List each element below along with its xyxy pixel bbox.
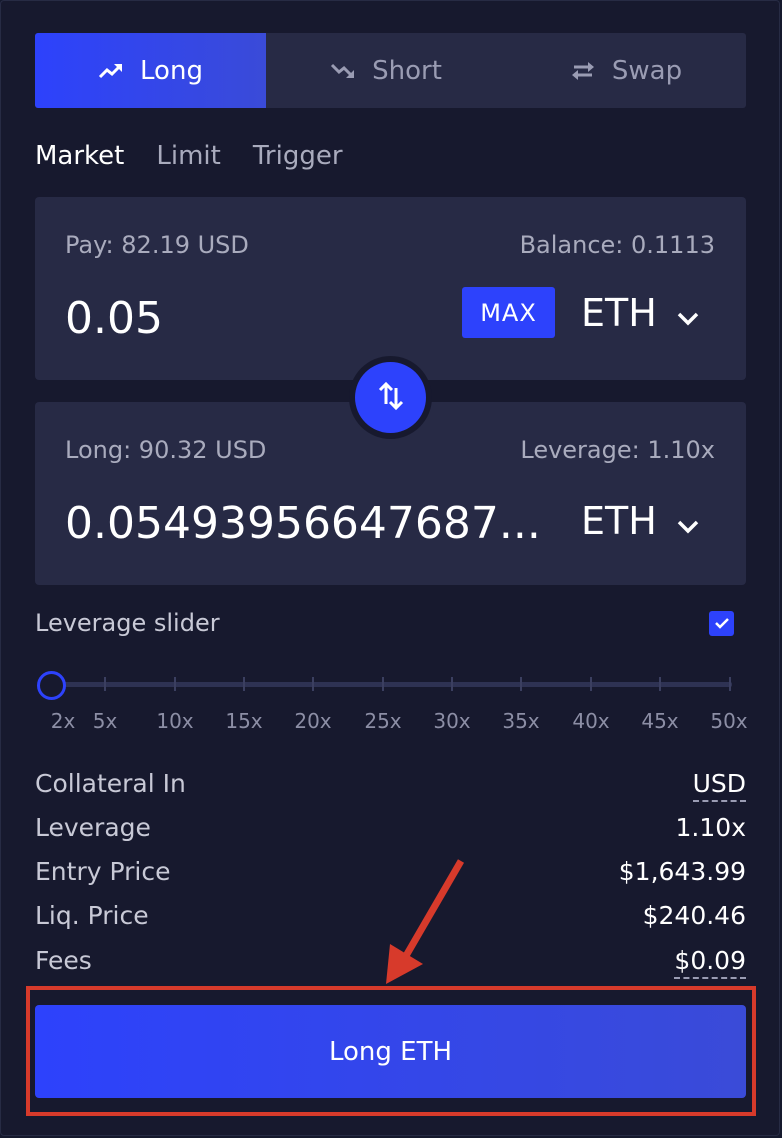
slider-tick [104, 677, 106, 691]
slider-mark-15x: 15x [225, 709, 263, 733]
slider-tick [174, 677, 176, 691]
trade-tabs: Long Short Swap [35, 33, 746, 108]
slider-mark-5x: 5x [92, 709, 118, 733]
pay-amount-input[interactable]: 0.05 [65, 293, 163, 344]
switch-direction-button[interactable] [355, 362, 426, 433]
trend-up-icon [98, 61, 124, 81]
order-type-market[interactable]: Market [35, 141, 124, 171]
slider-tick [659, 677, 661, 691]
balance-label[interactable]: Balance: 0.1113 [520, 231, 715, 259]
slider-mark-20x: 20x [294, 709, 332, 733]
slider-mark-45x: 45x [641, 709, 679, 733]
order-type-trigger[interactable]: Trigger [253, 141, 343, 171]
slider-tick [590, 677, 592, 691]
order-type-selector: Market Limit Trigger [35, 141, 343, 171]
leverage-slider-track[interactable] [50, 682, 732, 687]
pay-token-select[interactable]: ETH [581, 291, 699, 335]
annotation-arrow-icon [386, 859, 465, 984]
leverage-slider-checkbox[interactable] [709, 611, 734, 636]
trend-down-icon [330, 61, 356, 81]
check-icon [714, 614, 730, 633]
tab-short[interactable]: Short [266, 33, 506, 108]
long-token-label: ETH [581, 499, 657, 543]
long-amount-input[interactable]: 0.05493956647687... [65, 498, 541, 549]
entry-price-value: $1,643.99 [618, 857, 746, 886]
tab-long[interactable]: Long [35, 33, 266, 108]
slider-tick [729, 677, 731, 691]
pay-label: Pay: 82.19 USD [65, 231, 249, 259]
collateral-value[interactable]: USD [692, 769, 746, 802]
collateral-label: Collateral In [35, 769, 186, 798]
fees-value[interactable]: $0.09 [674, 946, 746, 979]
fees-label: Fees [35, 946, 92, 975]
slider-tick [520, 677, 522, 691]
slider-mark-2x: 2x [50, 709, 76, 733]
slider-mark-40x: 40x [572, 709, 610, 733]
slider-tick [243, 677, 245, 691]
chevron-down-icon [677, 291, 699, 335]
swap-arrows-icon [570, 61, 596, 81]
slider-mark-25x: 25x [364, 709, 402, 733]
liq-price-value: $240.46 [642, 901, 746, 930]
leverage-info-value: 1.10x [675, 813, 746, 842]
leverage-label: Leverage: 1.10x [520, 436, 715, 464]
slider-mark-30x: 30x [433, 709, 471, 733]
order-type-limit[interactable]: Limit [156, 141, 220, 171]
chevron-down-icon [677, 499, 699, 543]
long-eth-button[interactable]: Long ETH [35, 1005, 746, 1098]
leverage-slider-label: Leverage slider [35, 609, 220, 637]
tab-swap[interactable]: Swap [506, 33, 746, 108]
slider-mark-50x: 50x [710, 709, 748, 733]
slider-mark-35x: 35x [502, 709, 540, 733]
slider-tick [451, 677, 453, 691]
slider-mark-10x: 10x [156, 709, 194, 733]
long-token-select[interactable]: ETH [581, 499, 699, 543]
info-row-collateral: Collateral In USD [35, 769, 746, 802]
long-label: Long: 90.32 USD [65, 436, 267, 464]
tab-swap-label: Swap [611, 55, 683, 86]
info-row-leverage: Leverage 1.10x [35, 813, 746, 842]
max-button[interactable]: MAX [462, 287, 555, 338]
entry-price-label: Entry Price [35, 857, 171, 886]
swap-vertical-icon [376, 380, 406, 416]
tab-long-label: Long [140, 55, 203, 86]
trade-panel: Long Short Swap Market Limit Trigger Pay… [0, 0, 780, 1136]
tab-short-label: Short [372, 55, 442, 86]
liq-price-label: Liq. Price [35, 901, 149, 930]
leverage-slider-handle[interactable] [37, 671, 66, 700]
slider-tick [312, 677, 314, 691]
slider-tick [382, 677, 384, 691]
pay-token-label: ETH [581, 291, 657, 335]
leverage-info-label: Leverage [35, 813, 151, 842]
pay-box: Pay: 82.19 USD Balance: 0.1113 0.05 MAX … [35, 197, 746, 380]
